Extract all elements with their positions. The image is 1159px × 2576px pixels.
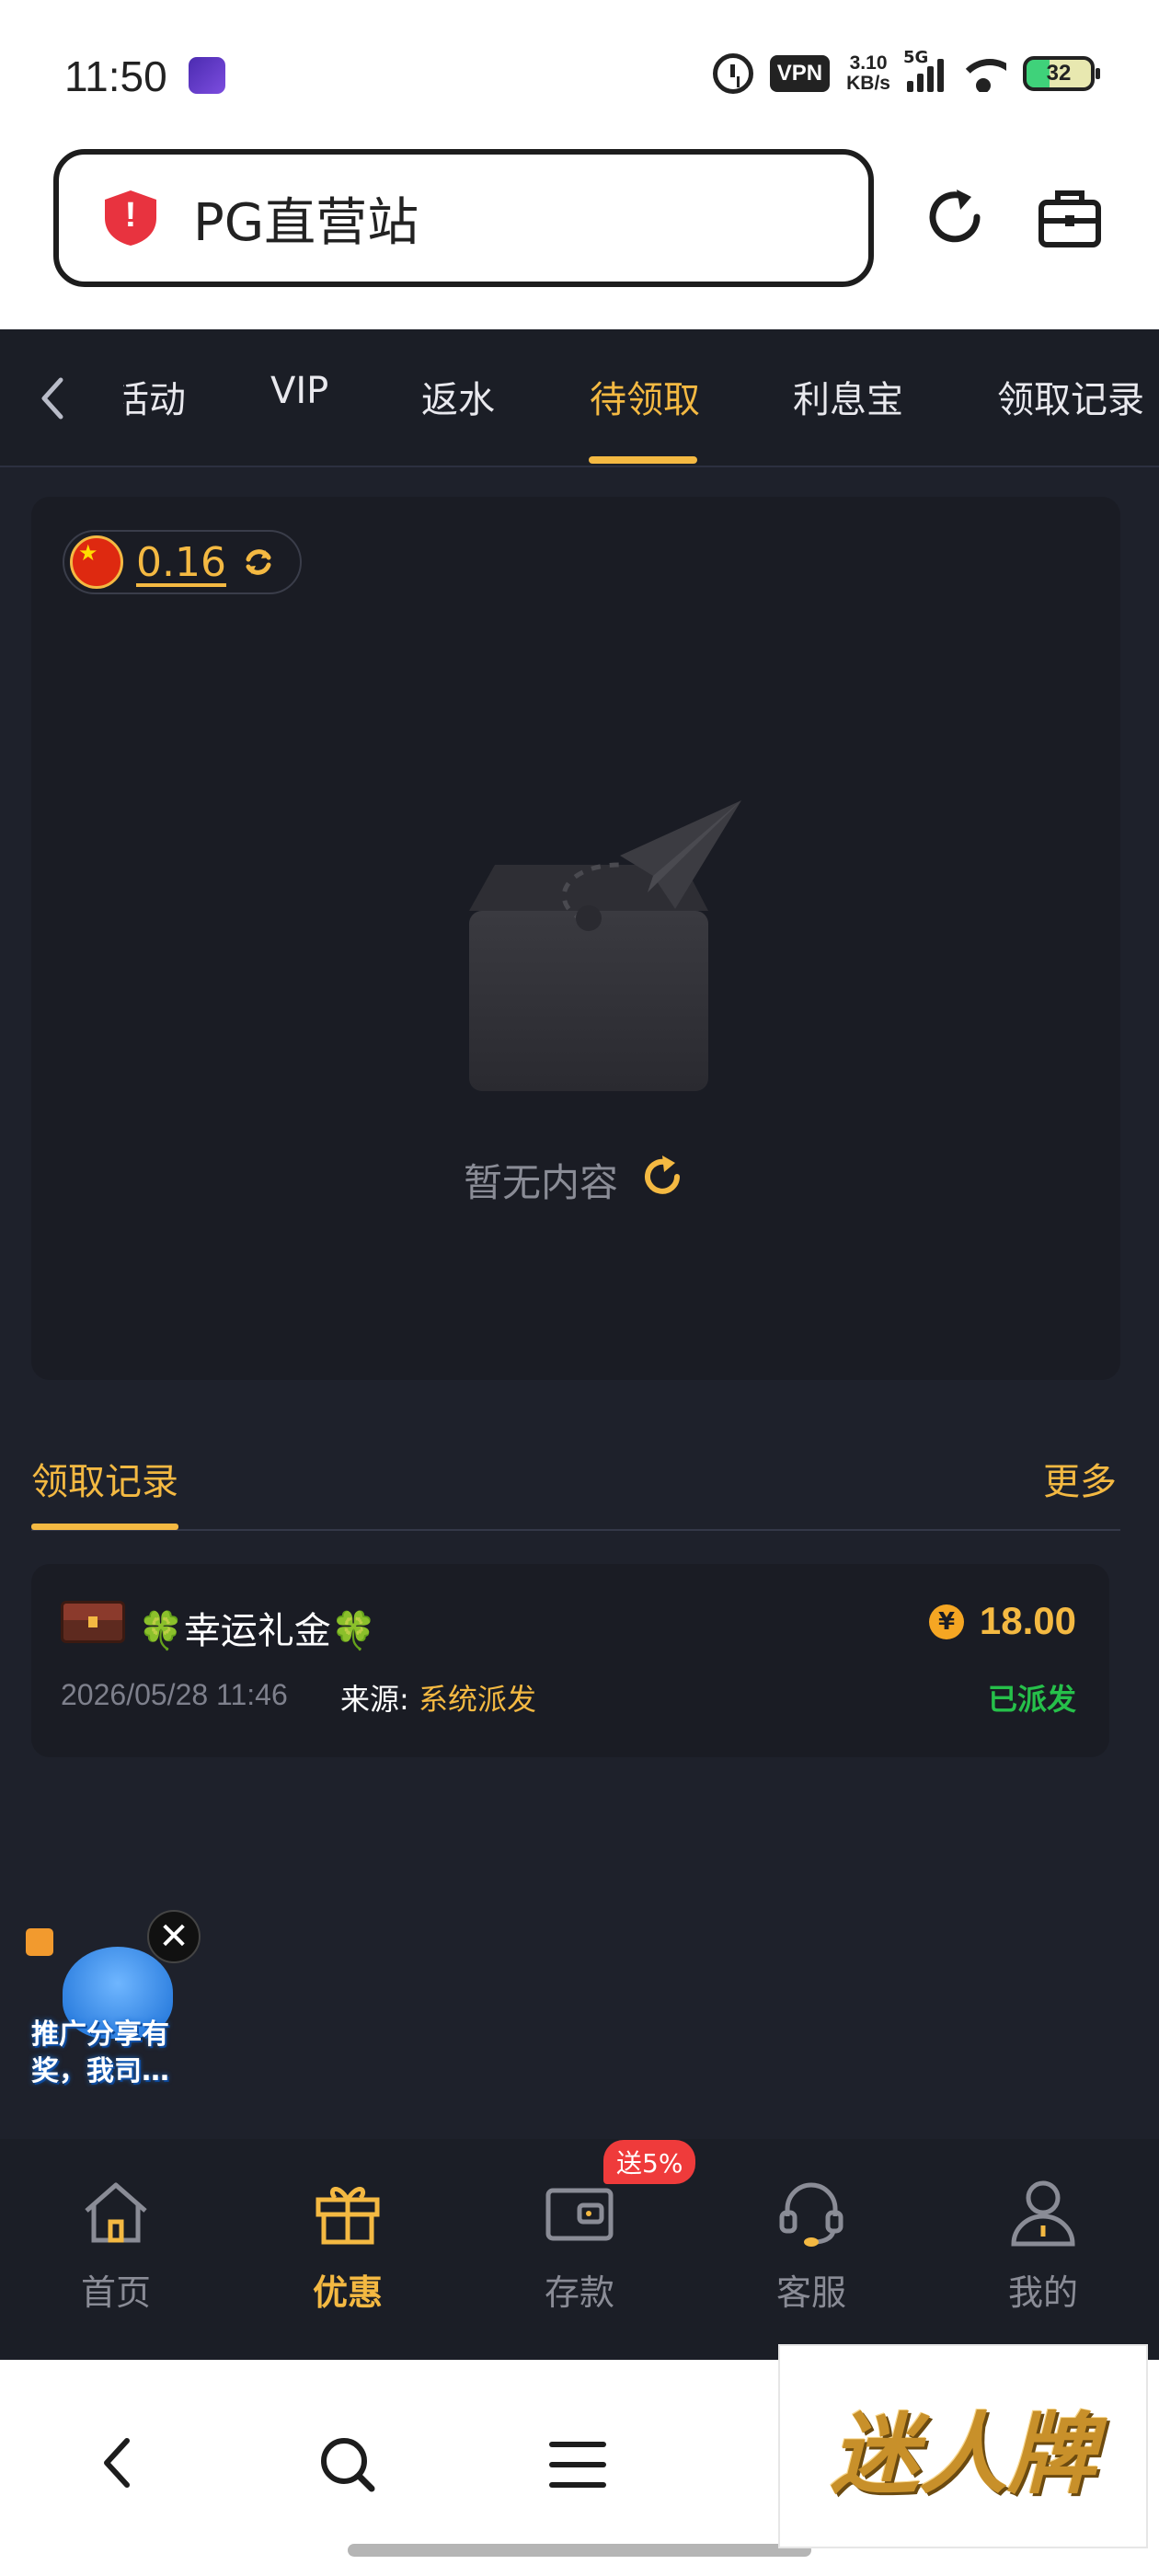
deposit-bonus-badge: 送5% <box>603 2140 696 2184</box>
url-title[interactable]: PG直营站 <box>193 181 419 256</box>
record-source-label: 来源: <box>340 1682 409 1717</box>
wifi-icon <box>960 55 1006 92</box>
nav-support[interactable]: 客服 <box>738 2176 885 2315</box>
wallet-icon <box>545 2188 614 2241</box>
tab-pending[interactable]: 待领取 <box>590 370 700 423</box>
promo-text[interactable]: 推广分享有奖，我司… <box>31 2017 206 2090</box>
menu-icon[interactable] <box>548 2439 607 2490</box>
coin-icon: ¥ <box>929 1604 964 1639</box>
empty-state-text: 暂无内容 <box>464 1160 619 1205</box>
records-more-link[interactable]: 更多 <box>1043 1452 1117 1505</box>
nav-home[interactable]: 首页 <box>42 2176 189 2315</box>
home-icon <box>85 2182 147 2243</box>
cn-flag-icon <box>70 535 123 589</box>
nav-promotions-label: 优惠 <box>312 2272 383 2313</box>
user-icon <box>1011 2180 1075 2247</box>
headset-icon <box>779 2182 843 2247</box>
tab-active-indicator <box>589 456 697 464</box>
signal-icon: 5G <box>903 48 944 92</box>
briefcase-icon[interactable] <box>1038 188 1102 248</box>
record-amount: 18.00 <box>979 1599 1076 1642</box>
nav-profile-label: 我的 <box>1007 2272 1078 2313</box>
battery-level: 32 <box>1046 61 1072 86</box>
nav-profile[interactable]: 我的 <box>970 2176 1117 2315</box>
records-title[interactable]: 领取记录 <box>31 1452 178 1505</box>
status-indicators: VPN 3.10 KB/s 5G 32 <box>712 48 1100 94</box>
clover-icon: 🍀 <box>138 1610 184 1652</box>
nav-home-label: 首页 <box>80 2272 151 2313</box>
treasure-chest-icon <box>61 1601 125 1643</box>
status-bar: 11:50 VPN 3.10 KB/s 5G 32 <box>0 0 1159 156</box>
pending-panel: 0.16 暂无内容 <box>31 497 1120 1380</box>
promo-tabs: 活动 VIP 返水 待领取 利息宝 领取记录 <box>0 329 1159 467</box>
record-source: 来源: 系统派发 <box>340 1676 536 1719</box>
records-divider <box>31 1529 1120 1531</box>
tab-activities[interactable]: 活动 <box>123 370 186 423</box>
record-source-value: 系统派发 <box>418 1682 536 1717</box>
watermark-text: 迷人牌 <box>831 2401 1096 2506</box>
bottom-nav: 首页 优惠 存款 客服 我的 <box>0 2139 1159 2360</box>
nav-support-label: 客服 <box>775 2272 846 2313</box>
gesture-handle[interactable] <box>348 2544 811 2557</box>
network-type: 5G <box>903 48 929 67</box>
alarm-icon <box>712 53 753 94</box>
tab-interest[interactable]: 利息宝 <box>793 370 903 423</box>
gift-icon <box>26 1928 53 1956</box>
records-title-underline <box>31 1524 178 1530</box>
network-speed-unit: KB/s <box>846 73 890 94</box>
network-speed-value: 3.10 <box>849 52 888 74</box>
battery-icon: 32 <box>1023 56 1100 91</box>
tab-claim-records[interactable]: 领取记录 <box>997 370 1144 423</box>
chevron-left-icon[interactable] <box>33 371 70 426</box>
network-speed: 3.10 KB/s <box>846 53 890 94</box>
nav-deposit[interactable]: 存款 <box>506 2176 653 2315</box>
close-icon[interactable]: ✕ <box>147 1910 201 1963</box>
refresh-balance-icon[interactable] <box>241 545 276 580</box>
nav-promotions[interactable]: 优惠 <box>274 2176 421 2315</box>
back-icon[interactable] <box>98 2435 134 2490</box>
record-card[interactable]: 🍀幸运礼金🍀 ¥ 18.00 2026/05/28 11:46 来源: 系统派发… <box>31 1564 1109 1757</box>
empty-box-illustration <box>469 800 741 1091</box>
app-notification-icon <box>189 57 225 94</box>
shield-alert-icon[interactable] <box>105 190 156 246</box>
record-name: 🍀幸运礼金🍀 <box>138 1601 377 1654</box>
refresh-icon[interactable] <box>640 1154 686 1200</box>
watermark-logo: 迷人牌 <box>778 2344 1148 2548</box>
record-status: 已派发 <box>987 1682 1076 1717</box>
vpn-badge: VPN <box>769 55 831 92</box>
tab-rebate[interactable]: 返水 <box>421 370 495 423</box>
status-time: 11:50 <box>64 52 167 100</box>
record-name-text: 幸运礼金 <box>183 1610 331 1652</box>
tab-vip[interactable]: VIP <box>270 370 328 412</box>
search-icon[interactable] <box>318 2435 377 2494</box>
record-date: 2026/05/28 11:46 <box>61 1678 288 1711</box>
url-bar[interactable]: PG直营站 <box>53 149 874 287</box>
gift-box-icon <box>316 2187 380 2245</box>
reload-icon[interactable] <box>920 182 990 252</box>
nav-deposit-label: 存款 <box>544 2272 614 2313</box>
balance-pill[interactable]: 0.16 <box>63 530 302 594</box>
clover-icon: 🍀 <box>330 1610 377 1652</box>
balance-value[interactable]: 0.16 <box>136 539 226 586</box>
